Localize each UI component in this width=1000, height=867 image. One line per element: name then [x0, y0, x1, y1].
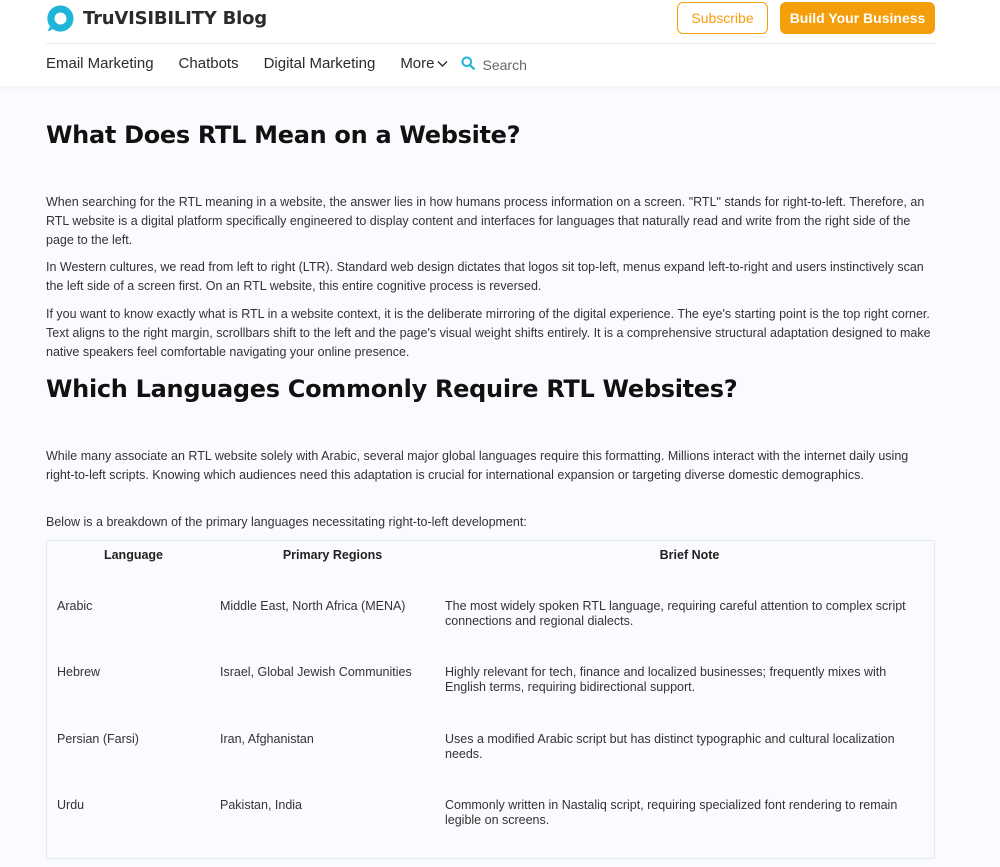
table-cell-region: Middle East, North Africa (MENA)	[220, 599, 406, 613]
nav-item-more[interactable]: More	[400, 55, 447, 72]
table-header-row: Language Primary Regions Brief Note	[47, 541, 934, 569]
subscribe-button[interactable]: Subscribe	[677, 2, 768, 34]
table-cell-language: Arabic	[57, 599, 93, 613]
table-cell-note: The most widely spoken RTL language, req…	[445, 599, 906, 628]
paragraph: In Western cultures, we read from left t…	[46, 260, 924, 293]
brand-name: TruVISIBILITY Blog	[83, 7, 267, 29]
nav-item-chatbots[interactable]: Chatbots	[179, 55, 239, 72]
paragraph: Below is a breakdown of the primary lang…	[46, 515, 527, 529]
table-cell-region: Pakistan, India	[220, 798, 302, 812]
table-row: Urdu Pakistan, India Commonly written in…	[47, 768, 934, 834]
search-input[interactable]	[482, 53, 593, 73]
table-cell-note: Highly relevant for tech, finance and lo…	[445, 665, 887, 694]
languages-table: Language Primary Regions Brief Note Arab…	[46, 540, 935, 859]
table-cell-note: Uses a modified Arabic script but has di…	[445, 732, 895, 761]
nav-item-digital-marketing[interactable]: Digital Marketing	[264, 55, 376, 72]
brand-logo[interactable]: TruVISIBILITY Blog	[46, 3, 267, 33]
section-heading-rtl-languages: Which Languages Commonly Require RTL Web…	[46, 375, 738, 403]
table-cell-region: Israel, Global Jewish Communities	[220, 665, 412, 679]
table-row: Arabic Middle East, North Africa (MENA) …	[47, 569, 934, 635]
table-row: Hebrew Israel, Global Jewish Communities…	[47, 635, 934, 702]
paragraph: If you want to know exactly what is RTL …	[46, 307, 931, 359]
paragraph: While many associate an RTL website sole…	[46, 449, 909, 482]
nav-more-label: More	[400, 54, 435, 72]
search-box	[461, 53, 593, 73]
table-cell-language: Urdu	[57, 798, 85, 812]
table-cell-language: Persian (Farsi)	[57, 732, 139, 746]
column-header-brief-note: Brief Note	[659, 548, 720, 562]
table-cell-region: Iran, Afghanistan	[220, 732, 314, 746]
site-header: TruVISIBILITY Blog Subscribe Build Your …	[0, 0, 1000, 86]
header-divider	[46, 43, 935, 44]
build-your-business-button[interactable]: Build Your Business	[780, 2, 935, 34]
table-row: Persian (Farsi) Iran, Afghanistan Uses a…	[47, 702, 934, 768]
paragraph: When searching for the RTL meaning in a …	[46, 195, 925, 247]
speech-bubble-icon	[47, 4, 74, 32]
chevron-down-icon	[437, 61, 447, 67]
search-icon[interactable]	[461, 56, 475, 70]
section-heading-rtl-meaning: What Does RTL Mean on a Website?	[46, 121, 521, 149]
column-header-language: Language	[103, 548, 164, 562]
main-nav: Email Marketing Chatbots Digital Marketi…	[46, 52, 593, 74]
table-cell-note: Commonly written in Nastaliq script, req…	[445, 798, 898, 827]
table-cell-language: Hebrew	[57, 665, 101, 679]
nav-item-email-marketing[interactable]: Email Marketing	[46, 55, 154, 72]
column-header-primary-regions: Primary Regions	[282, 548, 383, 562]
